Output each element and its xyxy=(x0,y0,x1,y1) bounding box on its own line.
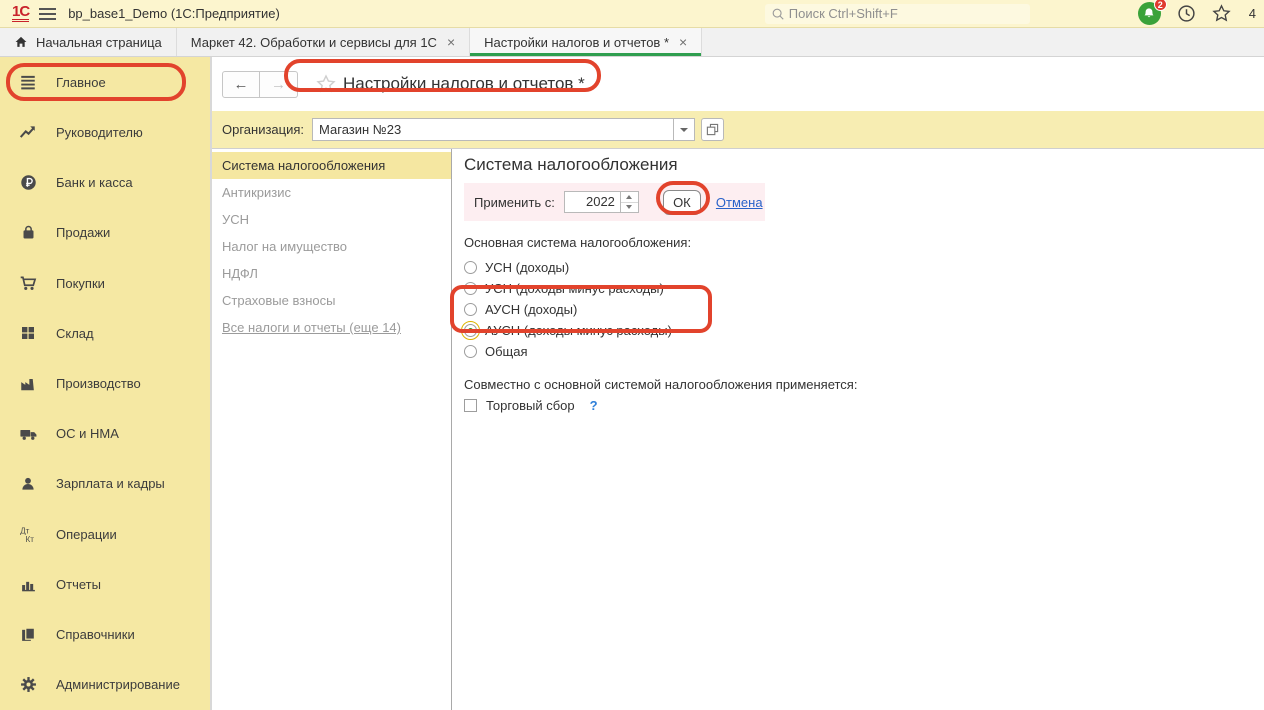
svg-text:Дт: Дт xyxy=(20,526,29,535)
spinner-down-icon[interactable] xyxy=(621,202,638,213)
radio-icon[interactable] xyxy=(464,282,477,295)
back-button[interactable]: ← xyxy=(222,71,260,98)
nav-item-usn[interactable]: УСН xyxy=(212,206,451,233)
organization-open-button[interactable] xyxy=(701,118,724,141)
sidebar-item-glavnoe[interactable]: Главное xyxy=(0,57,210,107)
tab-label: Маркет 42. Обработки и сервисы для 1С xyxy=(191,35,437,50)
tax-system-panel: Система налогообложения Применить с: 202… xyxy=(452,149,1264,710)
sidebar-item-rukovoditelyu[interactable]: Руководителю xyxy=(0,107,210,157)
sidebar-item-otchety[interactable]: Отчеты xyxy=(0,559,210,609)
organization-dropdown-button[interactable] xyxy=(674,118,695,141)
tab-bar: Начальная страница Маркет 42. Обработки … xyxy=(0,28,1264,57)
trade-fee-row: Торговый сбор ? xyxy=(464,398,1264,413)
close-icon[interactable]: × xyxy=(679,34,687,50)
nav-item-antikrizis[interactable]: Антикризис xyxy=(212,179,451,206)
chevron-down-icon xyxy=(680,128,688,132)
books-icon xyxy=(17,626,39,643)
tab-home[interactable]: Начальная страница xyxy=(0,28,177,56)
truck-icon xyxy=(17,424,39,443)
ruble-coin-icon xyxy=(17,174,39,191)
shopping-cart-icon xyxy=(17,274,39,292)
open-list-icon xyxy=(706,123,719,136)
debit-credit-icon: ДтКт xyxy=(17,525,39,544)
help-question-icon[interactable]: ? xyxy=(590,398,598,413)
ok-button[interactable]: ОК xyxy=(663,190,701,215)
notifications-button[interactable]: 2 xyxy=(1138,2,1161,25)
nav-item-sistema[interactable]: Система налогообложения xyxy=(212,152,451,179)
jointly-label: Совместно с основной системой налогообло… xyxy=(464,377,1264,392)
radio-obshchaya[interactable]: Общая xyxy=(464,341,1264,362)
shopping-bag-icon xyxy=(17,224,39,241)
tab-label: Начальная страница xyxy=(36,35,162,50)
radio-usn-dohody[interactable]: УСН (доходы) xyxy=(464,257,1264,278)
svg-text:Кт: Кт xyxy=(25,535,34,544)
settings-nav-list: Система налогообложения Антикризис УСН Н… xyxy=(212,149,452,710)
sidebar-item-administrirovanie[interactable]: Администрирование xyxy=(0,660,210,710)
panel-heading: Система налогообложения xyxy=(464,155,1264,175)
sidebar-item-bank-kassa[interactable]: Банк и касса xyxy=(0,157,210,207)
home-icon xyxy=(14,35,28,49)
favorite-star-icon[interactable] xyxy=(316,74,336,94)
year-spinner[interactable] xyxy=(621,191,639,213)
title-bar: 1С bp_base1_Demo (1С:Предприятие) Поиск … xyxy=(0,0,1264,28)
trade-fee-checkbox[interactable] xyxy=(464,399,477,412)
favorites-star-icon[interactable] xyxy=(1212,4,1231,23)
nav-item-vse-nalogi-link[interactable]: Все налоги и отчеты (еще 14) xyxy=(212,314,451,341)
sidebar-item-prodazhi[interactable]: Продажи xyxy=(0,208,210,258)
radio-ausn-dohody-rashody[interactable]: АУСН (доходы минус расходы) xyxy=(464,320,1264,341)
main-menu-icon[interactable] xyxy=(39,8,56,20)
grid-squares-icon xyxy=(17,325,39,341)
radio-icon[interactable] xyxy=(464,345,477,358)
apply-year-input[interactable]: 2022 xyxy=(564,191,621,213)
close-icon[interactable]: × xyxy=(447,34,455,50)
sidebar-item-proizvodstvo[interactable]: Производство xyxy=(0,358,210,408)
person-icon xyxy=(17,476,39,492)
radio-selected-icon[interactable] xyxy=(464,324,477,337)
corner-number: 4 xyxy=(1249,6,1256,21)
tab-label: Настройки налогов и отчетов * xyxy=(484,35,669,50)
notification-badge: 2 xyxy=(1154,0,1167,11)
nav-item-strahovye[interactable]: Страховые взносы xyxy=(212,287,451,314)
sidebar-item-pokupki[interactable]: Покупки xyxy=(0,258,210,308)
trade-fee-label: Торговый сбор xyxy=(486,398,575,413)
form-header: ← → Настройки налогов и отчетов * xyxy=(212,57,1264,111)
sidebar-item-operacii[interactable]: ДтКт Операции xyxy=(0,509,210,559)
1c-logo: 1С xyxy=(12,5,29,22)
factory-icon xyxy=(17,375,39,393)
sidebar-item-sklad[interactable]: Склад xyxy=(0,308,210,358)
radio-ausn-dohody[interactable]: АУСН (доходы) xyxy=(464,299,1264,320)
menu-lines-icon xyxy=(17,73,39,91)
sidebar-item-os-nma[interactable]: ОС и НМА xyxy=(0,409,210,459)
tab-tax-settings[interactable]: Настройки налогов и отчетов * × xyxy=(470,28,702,56)
sidebar-item-spravochniki[interactable]: Справочники xyxy=(0,610,210,660)
section-sidebar: Главное Руководителю Банк и касса Продаж… xyxy=(0,57,212,710)
nav-item-nalog-imushchestvo[interactable]: Налог на имущество xyxy=(212,233,451,260)
gear-icon xyxy=(17,676,39,693)
cancel-link[interactable]: Отмена xyxy=(716,195,763,210)
trend-chart-icon xyxy=(17,123,39,141)
tab-market42[interactable]: Маркет 42. Обработки и сервисы для 1С × xyxy=(177,28,470,56)
history-icon[interactable] xyxy=(1177,4,1196,23)
organization-input[interactable]: Магазин №23 xyxy=(312,118,674,141)
spinner-up-icon[interactable] xyxy=(621,192,638,202)
radio-icon[interactable] xyxy=(464,261,477,274)
apply-box: Применить с: 2022 ОК Отмена xyxy=(464,183,765,221)
main-system-label: Основная система налогообложения: xyxy=(464,235,1264,250)
radio-icon[interactable] xyxy=(464,303,477,316)
apply-from-label: Применить с: xyxy=(474,195,555,210)
search-icon xyxy=(771,7,785,21)
forward-button[interactable]: → xyxy=(260,71,298,98)
radio-usn-dohody-rashody[interactable]: УСН (доходы минус расходы) xyxy=(464,278,1264,299)
nav-item-ndfl[interactable]: НДФЛ xyxy=(212,260,451,287)
search-input[interactable]: Поиск Ctrl+Shift+F xyxy=(765,4,1030,24)
page-title: Настройки налогов и отчетов * xyxy=(343,74,585,94)
bar-chart-icon xyxy=(17,576,39,593)
bell-icon xyxy=(1142,7,1156,21)
search-placeholder: Поиск Ctrl+Shift+F xyxy=(789,6,898,21)
app-title: bp_base1_Demo (1С:Предприятие) xyxy=(68,6,280,21)
sidebar-item-zarplata-kadry[interactable]: Зарплата и кадры xyxy=(0,459,210,509)
organization-row: Организация: Магазин №23 xyxy=(212,111,1264,149)
organization-label: Организация: xyxy=(222,122,304,137)
